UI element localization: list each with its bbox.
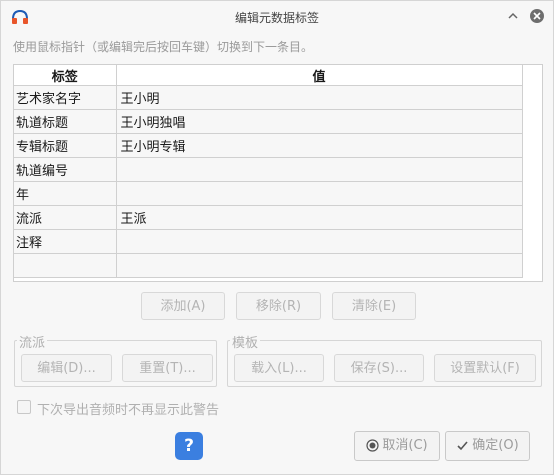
table-row[interactable]: 轨道编号 xyxy=(14,157,523,182)
chevron-up-icon xyxy=(508,12,518,19)
tag-cell[interactable]: 专辑标题 xyxy=(14,133,117,158)
dont-show-again-checkbox[interactable] xyxy=(17,400,31,414)
column-header-tag[interactable]: 标签 xyxy=(14,65,117,86)
cancel-label: 取消(C) xyxy=(382,438,428,453)
help-icon: ? xyxy=(184,436,194,456)
ok-button[interactable]: 确定(O) xyxy=(445,431,530,461)
checkmark-icon xyxy=(457,441,468,451)
value-cell[interactable]: 王派 xyxy=(116,205,523,230)
edit-genre-button[interactable]: 编辑(D)... xyxy=(21,354,112,382)
genre-group-title: 流派 xyxy=(17,332,48,351)
table-row[interactable] xyxy=(14,253,523,278)
genre-group: 流派 编辑(D)... 重置(T)... xyxy=(14,332,217,387)
add-button[interactable]: 添加(A) xyxy=(141,292,225,320)
metadata-table: 标签 值 艺术家名字 王小明 轨道标题 王小明独唱 专辑标题 王小明专辑 轨道编号 年… xyxy=(13,64,543,282)
title-bar: 编辑元数据标签 xyxy=(1,1,553,33)
ok-label: 确定(O) xyxy=(472,438,519,453)
tag-cell[interactable]: 轨道标题 xyxy=(14,109,117,134)
remove-button[interactable]: 移除(R) xyxy=(236,292,321,320)
template-group-title: 模板 xyxy=(230,332,261,351)
set-default-button[interactable]: 设置默认(F) xyxy=(434,354,536,382)
tag-cell[interactable]: 注释 xyxy=(14,229,117,254)
radio-cancel-icon xyxy=(366,439,379,452)
table-row[interactable]: 轨道标题 王小明独唱 xyxy=(14,109,523,134)
close-button[interactable] xyxy=(530,9,544,23)
tag-cell[interactable]: 流派 xyxy=(14,205,117,230)
value-cell[interactable] xyxy=(116,253,523,278)
table-row[interactable]: 专辑标题 王小明专辑 xyxy=(14,133,523,158)
clear-button[interactable]: 清除(E) xyxy=(332,292,416,320)
table-row[interactable]: 注释 xyxy=(14,229,523,254)
table-row[interactable]: 年 xyxy=(14,181,523,206)
column-header-value[interactable]: 值 xyxy=(116,65,523,86)
value-cell[interactable]: 王小明 xyxy=(116,85,523,110)
value-cell[interactable] xyxy=(116,229,523,254)
dont-show-again-label: 下次导出音频时不再显示此警告 xyxy=(37,403,220,418)
window-title: 编辑元数据标签 xyxy=(234,11,319,25)
table-row[interactable]: 艺术家名字 王小明 xyxy=(14,85,523,110)
tag-cell[interactable]: 艺术家名字 xyxy=(14,85,117,110)
load-template-button[interactable]: 载入(L)... xyxy=(234,354,324,382)
dialog-window: 编辑元数据标签 使用鼠标指针（或编辑完后按回车键）切换到下一条目。 标签 值 艺… xyxy=(0,0,554,475)
save-template-button[interactable]: 保存(S)... xyxy=(334,354,424,382)
help-button[interactable]: ? xyxy=(175,432,203,460)
close-icon xyxy=(533,12,541,20)
value-cell[interactable] xyxy=(116,181,523,206)
tag-cell[interactable]: 轨道编号 xyxy=(14,157,117,182)
table-row[interactable]: 流派 王派 xyxy=(14,205,523,230)
template-group: 模板 载入(L)... 保存(S)... 设置默认(F) xyxy=(227,332,542,387)
value-cell[interactable]: 王小明独唱 xyxy=(116,109,523,134)
minimize-button[interactable] xyxy=(506,9,520,23)
value-cell[interactable]: 王小明专辑 xyxy=(116,133,523,158)
tag-cell[interactable] xyxy=(14,253,117,278)
table-scroll-area xyxy=(524,65,542,281)
cancel-button[interactable]: 取消(C) xyxy=(354,431,440,461)
tag-cell[interactable]: 年 xyxy=(14,181,117,206)
reset-genre-button[interactable]: 重置(T)... xyxy=(122,354,213,382)
value-cell[interactable] xyxy=(116,157,523,182)
instruction-text: 使用鼠标指针（或编辑完后按回车键）切换到下一条目。 xyxy=(13,40,314,54)
